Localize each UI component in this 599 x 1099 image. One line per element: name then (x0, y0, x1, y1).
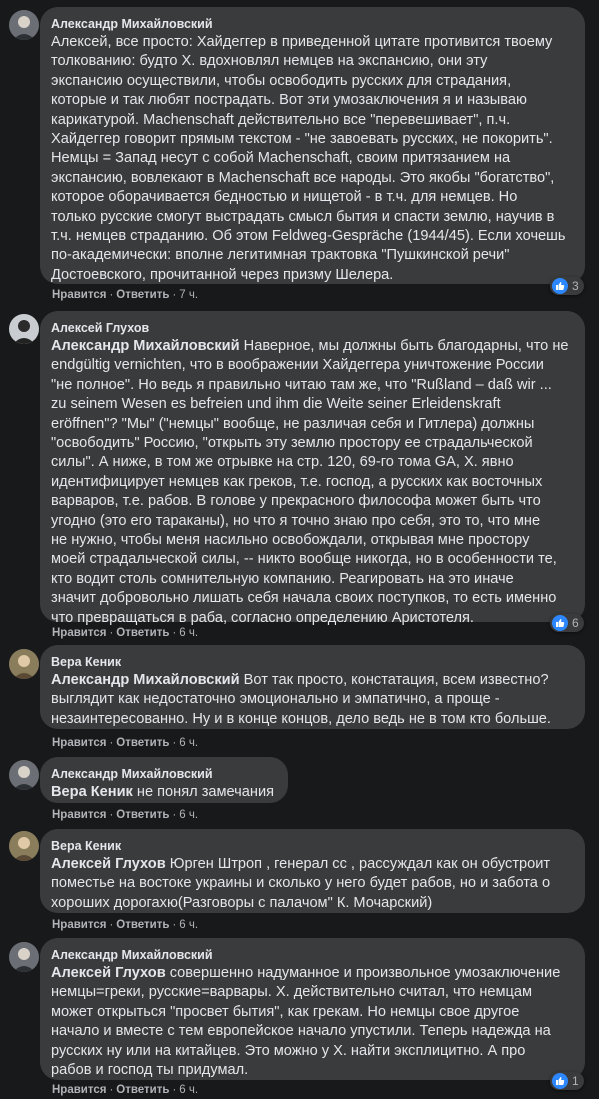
comment-text: Александр Михайловский Вот так просто, к… (51, 671, 573, 729)
mention-link[interactable]: Алексей Глухов (51, 965, 166, 981)
avatar[interactable] (9, 942, 39, 972)
reaction-count-value: 1 (572, 1074, 579, 1088)
like-link[interactable]: Нравится (52, 919, 106, 931)
separator-dot: · (172, 919, 177, 931)
comment-author[interactable]: Вера Кеник (51, 654, 573, 670)
comment-text: Алексей, все просто: Хайдеггер в приведе… (51, 33, 573, 285)
comment-author[interactable]: Александр Михайловский (51, 766, 276, 782)
comment-bubble: Вера Кеник Александр Михайловский Вот та… (40, 645, 585, 729)
comment-author[interactable]: Александр Михайловский (51, 16, 573, 32)
reply-link[interactable]: Ответить (116, 737, 169, 749)
comment-time[interactable]: 6 ч. (179, 627, 198, 639)
reply-link[interactable]: Ответить (116, 919, 169, 931)
separator-dot: · (172, 289, 177, 301)
comment-text: Александр Михайловский Наверное, мы долж… (51, 337, 573, 628)
reply-link[interactable]: Ответить (116, 809, 169, 821)
reply-link[interactable]: Ответить (116, 289, 169, 301)
comment-text: Вера Кеник не понял замечания (51, 783, 276, 802)
comment-time[interactable]: 6 ч. (179, 1084, 198, 1096)
avatar-image (9, 649, 39, 679)
separator-dot: · (109, 809, 114, 821)
reaction-count-value: 3 (572, 279, 579, 293)
comment-body: Алексей, все просто: Хайдеггер в приведе… (51, 34, 566, 283)
reaction-count[interactable]: 3 (550, 277, 584, 295)
reaction-count-value: 6 (572, 616, 579, 630)
reaction-count[interactable]: 1 (550, 1072, 584, 1090)
comment-body: не понял замечания (132, 784, 275, 800)
avatar[interactable] (9, 314, 39, 344)
comment-body: Наверное, мы должны быть благодарны, что… (51, 338, 569, 626)
mention-link[interactable]: Вера Кеник (51, 784, 133, 800)
separator-dot: · (109, 627, 114, 639)
like-link[interactable]: Нравится (52, 1084, 106, 1096)
avatar-image (9, 760, 39, 790)
comment-bubble: Александр Михайловский Алексей Глухов со… (40, 938, 585, 1080)
avatar[interactable] (9, 760, 39, 790)
separator-dot: · (172, 1084, 177, 1096)
separator-dot: · (172, 809, 177, 821)
comment-author[interactable]: Вера Кеник (51, 838, 573, 854)
like-link[interactable]: Нравится (52, 737, 106, 749)
comment-body: совершенно надуманное и произвольное умо… (51, 965, 561, 1079)
comment-time[interactable]: 6 ч. (179, 809, 198, 821)
comment-actions: Нравится · Ответить · 6 ч. (52, 736, 198, 750)
avatar-image (9, 831, 39, 861)
like-link[interactable]: Нравится (52, 627, 106, 639)
like-link[interactable]: Нравится (52, 289, 106, 301)
mention-link[interactable]: Алексей Глухов (51, 856, 166, 872)
avatar-image (9, 10, 39, 40)
avatar[interactable] (9, 649, 39, 679)
comment-time[interactable]: 6 ч. (179, 919, 198, 931)
mention-link[interactable]: Александр Михайловский (51, 672, 240, 688)
separator-dot: · (172, 627, 177, 639)
comment-actions: Нравится · Ответить · 6 ч. (52, 808, 198, 822)
separator-dot: · (109, 919, 114, 931)
avatar-image (9, 942, 39, 972)
comment-bubble: Александр Михайловский Алексей, все прос… (40, 7, 585, 284)
separator-dot: · (172, 737, 177, 749)
reaction-count[interactable]: 6 (550, 614, 584, 632)
comment-text: Алексей Глухов Юрген Штроп , генерал сс … (51, 855, 573, 913)
reply-link[interactable]: Ответить (116, 1084, 169, 1096)
comment-text: Алексей Глухов совершенно надуманное и п… (51, 964, 573, 1080)
comment-bubble: Алексей Глухов Александр Михайловский На… (40, 311, 585, 626)
separator-dot: · (109, 289, 114, 301)
like-icon (552, 1073, 568, 1089)
avatar-image (9, 314, 39, 344)
comment-actions: Нравится · Ответить · 6 ч. (52, 626, 198, 640)
like-link[interactable]: Нравится (52, 809, 106, 821)
comment-time[interactable]: 6 ч. (179, 737, 198, 749)
comment-bubble: Александр Михайловский Вера Кеник не пон… (40, 757, 288, 803)
comment-actions: Нравится · Ответить · 6 ч. (52, 1083, 198, 1097)
comment-author[interactable]: Алексей Глухов (51, 320, 573, 336)
separator-dot: · (109, 1084, 114, 1096)
avatar[interactable] (9, 831, 39, 861)
comment-actions: Нравится · Ответить · 7 ч. (52, 288, 198, 302)
avatar[interactable] (9, 10, 39, 40)
like-icon (552, 278, 568, 294)
like-icon (552, 615, 568, 631)
comment-author[interactable]: Александр Михайловский (51, 947, 573, 963)
separator-dot: · (109, 737, 114, 749)
comment-actions: Нравится · Ответить · 6 ч. (52, 918, 198, 932)
mention-link[interactable]: Александр Михайловский (51, 338, 240, 354)
reply-link[interactable]: Ответить (116, 627, 169, 639)
comment-time[interactable]: 7 ч. (179, 289, 198, 301)
comment-bubble: Вера Кеник Алексей Глухов Юрген Штроп , … (40, 829, 585, 913)
